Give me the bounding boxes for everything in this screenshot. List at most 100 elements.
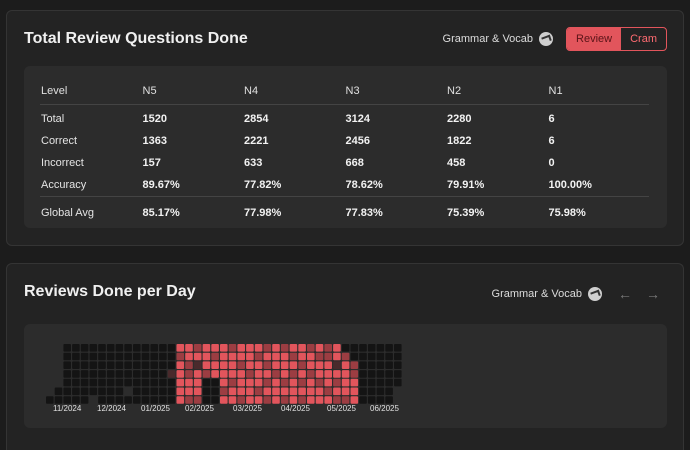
heatmap-cell[interactable]: [246, 352, 254, 361]
heatmap-cell[interactable]: [254, 387, 263, 396]
heatmap-cell[interactable]: [385, 387, 393, 396]
heatmap-cell[interactable]: [106, 361, 115, 369]
heatmap-cell[interactable]: [106, 387, 115, 396]
heatmap-cell[interactable]: [167, 361, 176, 369]
heatmap-cell[interactable]: [263, 378, 272, 387]
heatmap-cell[interactable]: [106, 396, 115, 404]
heatmap-cell[interactable]: [341, 378, 350, 387]
heatmap-cell[interactable]: [202, 370, 211, 378]
heatmap-cell[interactable]: [141, 344, 150, 352]
heatmap-cell[interactable]: [63, 378, 71, 387]
heatmap-cell[interactable]: [246, 344, 254, 352]
heatmap-cell[interactable]: [124, 378, 132, 387]
heatmap-cell[interactable]: [298, 378, 306, 387]
heatmap-cell[interactable]: [307, 387, 315, 396]
heatmap-cell[interactable]: [159, 344, 167, 352]
heatmap-cell[interactable]: [89, 387, 98, 396]
heatmap-cell[interactable]: [298, 370, 306, 378]
heatmap-cell[interactable]: [289, 370, 298, 378]
heatmap-cell[interactable]: [263, 396, 272, 404]
heatmap-cell[interactable]: [115, 352, 124, 361]
heatmap-cell[interactable]: [228, 370, 237, 378]
heatmap-cell[interactable]: [307, 396, 315, 404]
heatmap-cell[interactable]: [220, 378, 228, 387]
heatmap-cell[interactable]: [124, 361, 132, 369]
heatmap-cell[interactable]: [72, 378, 80, 387]
heatmap-cell[interactable]: [176, 387, 185, 396]
heatmap-cell[interactable]: [237, 352, 245, 361]
heatmap-cell[interactable]: [159, 352, 167, 361]
heatmap-cell[interactable]: [246, 378, 254, 387]
heatmap-cell[interactable]: [202, 396, 211, 404]
heatmap-cell[interactable]: [237, 370, 245, 378]
heatmap-cell[interactable]: [72, 387, 80, 396]
heatmap-cell[interactable]: [272, 378, 280, 387]
heatmap-cell[interactable]: [159, 378, 167, 387]
heatmap-cell[interactable]: [220, 344, 228, 352]
heatmap-cell[interactable]: [367, 344, 376, 352]
heatmap-cell[interactable]: [167, 352, 176, 361]
heatmap-cell[interactable]: [167, 344, 176, 352]
heatmap-cell[interactable]: [193, 396, 202, 404]
heatmap-cell[interactable]: [246, 370, 254, 378]
heatmap-cell[interactable]: [333, 361, 341, 369]
heatmap-cell[interactable]: [185, 370, 193, 378]
heatmap-cell[interactable]: [193, 344, 202, 352]
heatmap-cell[interactable]: [115, 378, 124, 387]
heatmap-cell[interactable]: [394, 378, 402, 387]
heatmap-cell[interactable]: [385, 370, 393, 378]
heatmap-cell[interactable]: [263, 370, 272, 378]
heatmap-cell[interactable]: [246, 361, 254, 369]
heatmap-cell[interactable]: [307, 344, 315, 352]
heatmap-cell[interactable]: [150, 378, 158, 387]
heatmap-cell[interactable]: [324, 378, 332, 387]
heatmap-cell[interactable]: [254, 370, 263, 378]
heatmap-cell[interactable]: [141, 370, 150, 378]
heatmap-cell[interactable]: [80, 344, 89, 352]
heatmap-cell[interactable]: [307, 370, 315, 378]
heatmap-cell[interactable]: [98, 352, 106, 361]
heatmap-cell[interactable]: [115, 361, 124, 369]
heatmap-cell[interactable]: [80, 387, 89, 396]
heatmap-cell[interactable]: [202, 344, 211, 352]
heatmap-cell[interactable]: [289, 396, 298, 404]
heatmap-cell[interactable]: [315, 370, 324, 378]
heatmap-cell[interactable]: [341, 396, 350, 404]
heatmap-cell[interactable]: [359, 378, 367, 387]
heatmap-cell[interactable]: [124, 370, 132, 378]
heatmap-cell[interactable]: [324, 396, 332, 404]
swap-icon[interactable]: [539, 32, 554, 46]
heatmap-cell[interactable]: [193, 387, 202, 396]
heatmap-cell[interactable]: [176, 378, 185, 387]
heatmap-cell[interactable]: [367, 378, 376, 387]
heatmap-cell[interactable]: [280, 370, 289, 378]
heatmap-cell[interactable]: [298, 361, 306, 369]
heatmap-cell[interactable]: [376, 396, 385, 404]
heatmap-cell[interactable]: [315, 396, 324, 404]
swap-icon[interactable]: [588, 287, 602, 301]
heatmap-cell[interactable]: [211, 344, 219, 352]
heatmap-cell[interactable]: [89, 378, 98, 387]
heatmap-cell[interactable]: [272, 396, 280, 404]
heatmap-cell[interactable]: [289, 361, 298, 369]
heatmap-cell[interactable]: [307, 378, 315, 387]
heatmap-cell[interactable]: [211, 387, 219, 396]
heatmap-cell[interactable]: [228, 378, 237, 387]
heatmap-cell[interactable]: [185, 378, 193, 387]
heatmap-cell[interactable]: [89, 361, 98, 369]
heatmap-cell[interactable]: [89, 352, 98, 361]
heatmap-cell[interactable]: [324, 352, 332, 361]
heatmap-cell[interactable]: [298, 352, 306, 361]
heatmap-cell[interactable]: [237, 396, 245, 404]
heatmap-cell[interactable]: [289, 378, 298, 387]
heatmap-cell[interactable]: [298, 344, 306, 352]
heatmap-cell[interactable]: [176, 352, 185, 361]
heatmap-cell[interactable]: [324, 370, 332, 378]
heatmap-cell[interactable]: [367, 370, 376, 378]
heatmap-cell[interactable]: [176, 344, 185, 352]
heatmap-cell[interactable]: [80, 378, 89, 387]
heatmap-cell[interactable]: [263, 361, 272, 369]
heatmap-cell[interactable]: [385, 361, 393, 369]
heatmap-cell[interactable]: [315, 361, 324, 369]
heatmap-cell[interactable]: [133, 396, 141, 404]
